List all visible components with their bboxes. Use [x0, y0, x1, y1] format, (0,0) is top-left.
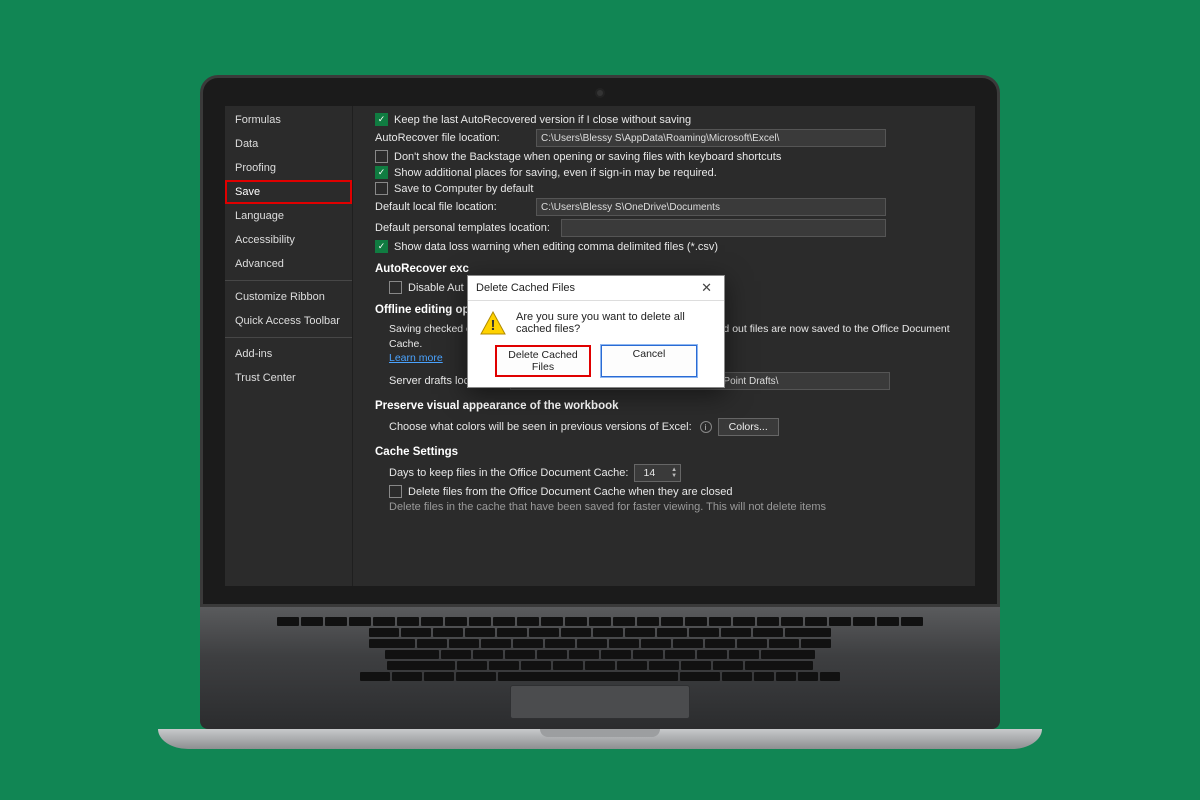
delete-cached-files-dialog: Delete Cached Files ✕ ! Are you sure you… — [467, 275, 725, 388]
laptop-front-lip — [158, 729, 1042, 749]
laptop-keyboard-deck — [200, 607, 1000, 729]
personal-templates-label: Default personal templates location: — [375, 222, 555, 234]
default-local-location-label: Default local file location: — [375, 201, 530, 213]
sidebar-item-save[interactable]: Save — [225, 180, 352, 204]
disable-autorecover-checkbox[interactable] — [389, 281, 402, 294]
warning-icon: ! — [480, 311, 506, 335]
sidebar-item-proofing[interactable]: Proofing — [225, 156, 352, 180]
show-additional-places-label: Show additional places for saving, even … — [394, 167, 717, 179]
close-icon[interactable]: ✕ — [697, 280, 716, 296]
info-icon[interactable]: i — [700, 421, 712, 433]
cache-days-label: Days to keep files in the Office Documen… — [389, 467, 628, 479]
keyboard — [260, 617, 940, 681]
sidebar-item-accessibility[interactable]: Accessibility — [225, 228, 352, 252]
camera-dot — [597, 90, 603, 96]
csv-warning-label: Show data loss warning when editing comm… — [394, 241, 718, 253]
cache-partial-text: Delete files in the cache that have been… — [389, 501, 826, 513]
colors-button[interactable]: Colors... — [718, 418, 779, 436]
cache-days-value: 14 — [635, 467, 663, 479]
delete-on-close-checkbox[interactable] — [389, 485, 402, 498]
autorecover-location-label: AutoRecover file location: — [375, 132, 530, 144]
save-to-computer-checkbox[interactable] — [375, 182, 388, 195]
preserve-appearance-heading: Preserve visual appearance of the workbo… — [375, 400, 965, 412]
show-additional-places-checkbox[interactable] — [375, 166, 388, 179]
sidebar-separator — [225, 280, 352, 281]
sidebar-item-addins[interactable]: Add-ins — [225, 342, 352, 366]
sidebar-item-advanced[interactable]: Advanced — [225, 252, 352, 276]
autorecover-exceptions-heading: AutoRecover exc — [375, 263, 965, 275]
default-local-location-input[interactable] — [536, 198, 886, 216]
trackpad — [510, 685, 690, 719]
sidebar-item-formulas[interactable]: Formulas — [225, 108, 352, 132]
autorecover-location-input[interactable] — [536, 129, 886, 147]
keep-last-autorecover-checkbox[interactable] — [375, 113, 388, 126]
no-backstage-checkbox[interactable] — [375, 150, 388, 163]
sidebar-item-customize-ribbon[interactable]: Customize Ribbon — [225, 285, 352, 309]
csv-warning-checkbox[interactable] — [375, 240, 388, 253]
no-backstage-label: Don't show the Backstage when opening or… — [394, 151, 781, 163]
screen-bezel: Formulas Data Proofing Save Language Acc… — [200, 75, 1000, 607]
dialog-title: Delete Cached Files — [476, 282, 575, 294]
cancel-button[interactable]: Cancel — [601, 345, 697, 377]
stepper-arrows-icon[interactable]: ▲▼ — [663, 467, 680, 479]
sidebar-item-trust-center[interactable]: Trust Center — [225, 366, 352, 390]
sidebar-separator — [225, 337, 352, 338]
sidebar-item-language[interactable]: Language — [225, 204, 352, 228]
save-to-computer-label: Save to Computer by default — [394, 183, 533, 195]
personal-templates-input[interactable] — [561, 219, 886, 237]
colors-note: Choose what colors will be seen in previ… — [389, 421, 692, 433]
cache-settings-heading: Cache Settings — [375, 446, 965, 458]
delete-on-close-label: Delete files from the Office Document Ca… — [408, 486, 732, 498]
sidebar-item-quick-access[interactable]: Quick Access Toolbar — [225, 309, 352, 333]
learn-more-link[interactable]: Learn more — [389, 352, 443, 364]
disable-autorecover-label: Disable Aut — [408, 282, 464, 294]
dialog-message: Are you sure you want to delete all cach… — [516, 311, 712, 335]
cache-days-stepper[interactable]: 14 ▲▼ — [634, 464, 681, 482]
options-sidebar: Formulas Data Proofing Save Language Acc… — [225, 106, 353, 586]
sidebar-item-data[interactable]: Data — [225, 132, 352, 156]
delete-cached-files-button[interactable]: Delete Cached Files — [495, 345, 591, 377]
app-window: Formulas Data Proofing Save Language Acc… — [225, 106, 975, 586]
keep-last-autorecover-label: Keep the last AutoRecovered version if I… — [394, 114, 691, 126]
laptop-frame: Formulas Data Proofing Save Language Acc… — [200, 75, 1000, 749]
svg-text:!: ! — [491, 317, 496, 334]
